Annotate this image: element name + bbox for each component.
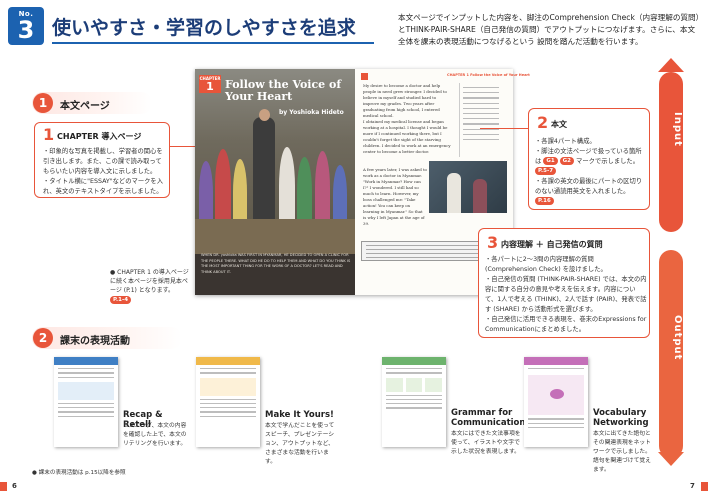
input-band: [659, 72, 683, 232]
chapter-tag-number: 1: [206, 80, 214, 93]
activity-body-vocabulary: 本文に出てきた語句とその関連表現をネットワークで示しました。語句を関連づけて覚え…: [593, 431, 651, 473]
chapter-title: Follow the Voice of Your Heart: [225, 78, 342, 103]
thumb-recap-retell: [54, 357, 118, 447]
reading-photo: [429, 161, 507, 213]
part-marker-icon: [361, 73, 368, 80]
callout-chapter-body-2: ・タイトル横に"ESSAY"などのマークを入れ、英文のテキストタイプを示しました…: [43, 178, 164, 195]
footnote: ● 課末の表現活動は p.15以降を参照: [32, 470, 126, 476]
page-number-right: 7: [690, 482, 695, 490]
callout-questions: 3 内容理解 ＋ 自己発信の質問 ・各パートに2〜3問の内容理解の質問 (Com…: [478, 228, 650, 338]
activity-title-grammar: Grammar for Communication: [451, 408, 526, 428]
output-band-label: Output: [672, 315, 683, 361]
input-band-label: Input: [672, 112, 683, 147]
activity-body-recap: リスニング、本文の内容を確認した上で、本文のリテリングを行います。: [123, 423, 187, 447]
section-2-label: 課末の表現活動: [60, 336, 130, 347]
chapter-note: ● CHAPTER 1 の導入ページに続く本ページを採用見本ページ (P.1) …: [110, 268, 190, 304]
section-1-number: 1: [33, 93, 53, 113]
activity-body-grammar: 本文にはできた文法事項を使って、イラストや文字で示した状況を表現します。: [451, 431, 521, 455]
page-marker-left: [0, 482, 7, 491]
thumb-grammar: [382, 357, 446, 447]
grammar-mark-g1: G1: [543, 157, 558, 165]
chapter-intro-caption: WHEN DR. yoshioka WAS FIRST IN MYANMAR, …: [201, 253, 351, 274]
badge-number: 3: [17, 16, 35, 44]
callout-questions-title: 内容理解 ＋ 自己発信の質問: [501, 240, 603, 249]
chapter-note-text: ● CHAPTER 1 の導入ページに続く本ページを採用見本ページ (P.1) …: [110, 269, 189, 294]
title-underline: [52, 42, 374, 44]
callout-body-line-1: ・各課4パート構成。: [535, 138, 596, 145]
callout-body-line-2b: マークで示しました。: [576, 158, 639, 165]
chapter-intro-page: CHAPTER 1 Follow the Voice of Your Heart…: [195, 69, 355, 295]
callout-chapter-intro: 1 CHAPTER 導入ページ ・印象的な写真を掲載し、学習者の関心を引き出しま…: [34, 122, 170, 198]
page-description: 本文ページでインプットした内容を、脚注のComprehension Check（…: [398, 13, 700, 46]
thumb-vocabulary: [524, 357, 588, 447]
connector-chapter: [170, 146, 195, 148]
chapter-note-pill: P.1-4: [110, 295, 132, 304]
input-arrow-icon: [658, 58, 684, 72]
reading-paragraph-2: I obtained my medical license and began …: [363, 119, 451, 154]
output-arrow-icon: [658, 452, 684, 466]
callout-body-title: 本文: [551, 120, 567, 129]
connector-body: [480, 128, 528, 130]
grammar-mark-g2: G2: [559, 157, 575, 165]
chapter-author: by Yoshioka Hideto: [279, 109, 344, 116]
textbook-spread: CHAPTER 1 Follow the Voice of Your Heart…: [195, 69, 530, 295]
callout-body-text: 2 本文 ・各課4パート構成。 ・脚注の文法ページで扱っている箇所は G1 G2…: [528, 108, 650, 210]
reading-paragraph-1: My desire to become a doctor and help pe…: [363, 83, 447, 118]
callout-questions-number: 3: [487, 233, 499, 252]
callout-chapter-title: CHAPTER 導入ページ: [57, 132, 142, 141]
page-title: 使いやすさ・学習のしやすさを追求: [52, 17, 356, 39]
page-marker-right: [701, 482, 708, 491]
page-ref-pill-body: P.5-7: [535, 167, 557, 175]
activity-body-make-it-yours: 本文で学んだことを使ってスピーチ、プレゼンテーション、アウトプットなど、さまざま…: [265, 423, 335, 465]
callout-questions-line-2: ・自己発信の質問 (THINK-PAIR-SHARE) では、本文の内容に関する…: [485, 276, 647, 313]
feature-number-badge: No. 3: [8, 7, 44, 45]
callout-body-line-3: ・各課の英文の最後にパートの区切りのない通読用英文を入れました。: [535, 178, 643, 195]
reading-page-header: CHAPTER 1 Follow the Voice of Your Heart: [447, 73, 530, 77]
reading-paragraph-3: A few years later, I was asked to work a…: [363, 167, 427, 226]
callout-body-number: 2: [537, 113, 549, 132]
callout-questions-line-1: ・各パートに2〜3問の内容理解の質問 (Comprehension Check)…: [485, 256, 607, 273]
reading-side-notes: [459, 83, 507, 157]
page-ref-pill-reading: P.16: [535, 197, 554, 205]
chapter-photo-ground: [195, 219, 355, 254]
callout-questions-line-3: ・自己発信に活用できる表現を、巻末のExpressions for Commun…: [485, 316, 647, 333]
thumb-make-it-yours: [196, 357, 260, 447]
section-1-label: 本文ページ: [60, 101, 110, 112]
section-2-number: 2: [33, 328, 53, 348]
callout-chapter-number: 1: [43, 125, 55, 144]
callout-chapter-body-1: ・印象的な写真を掲載し、学習者の関心を引き出します。また、この課で読み取ってもら…: [43, 148, 163, 175]
activity-title-make-it-yours: Make It Yours!: [265, 410, 334, 420]
page-number-left: 6: [12, 482, 17, 490]
activity-title-vocabulary: Vocabulary Networking: [593, 408, 649, 428]
chapter-tag: CHAPTER 1: [199, 75, 221, 93]
